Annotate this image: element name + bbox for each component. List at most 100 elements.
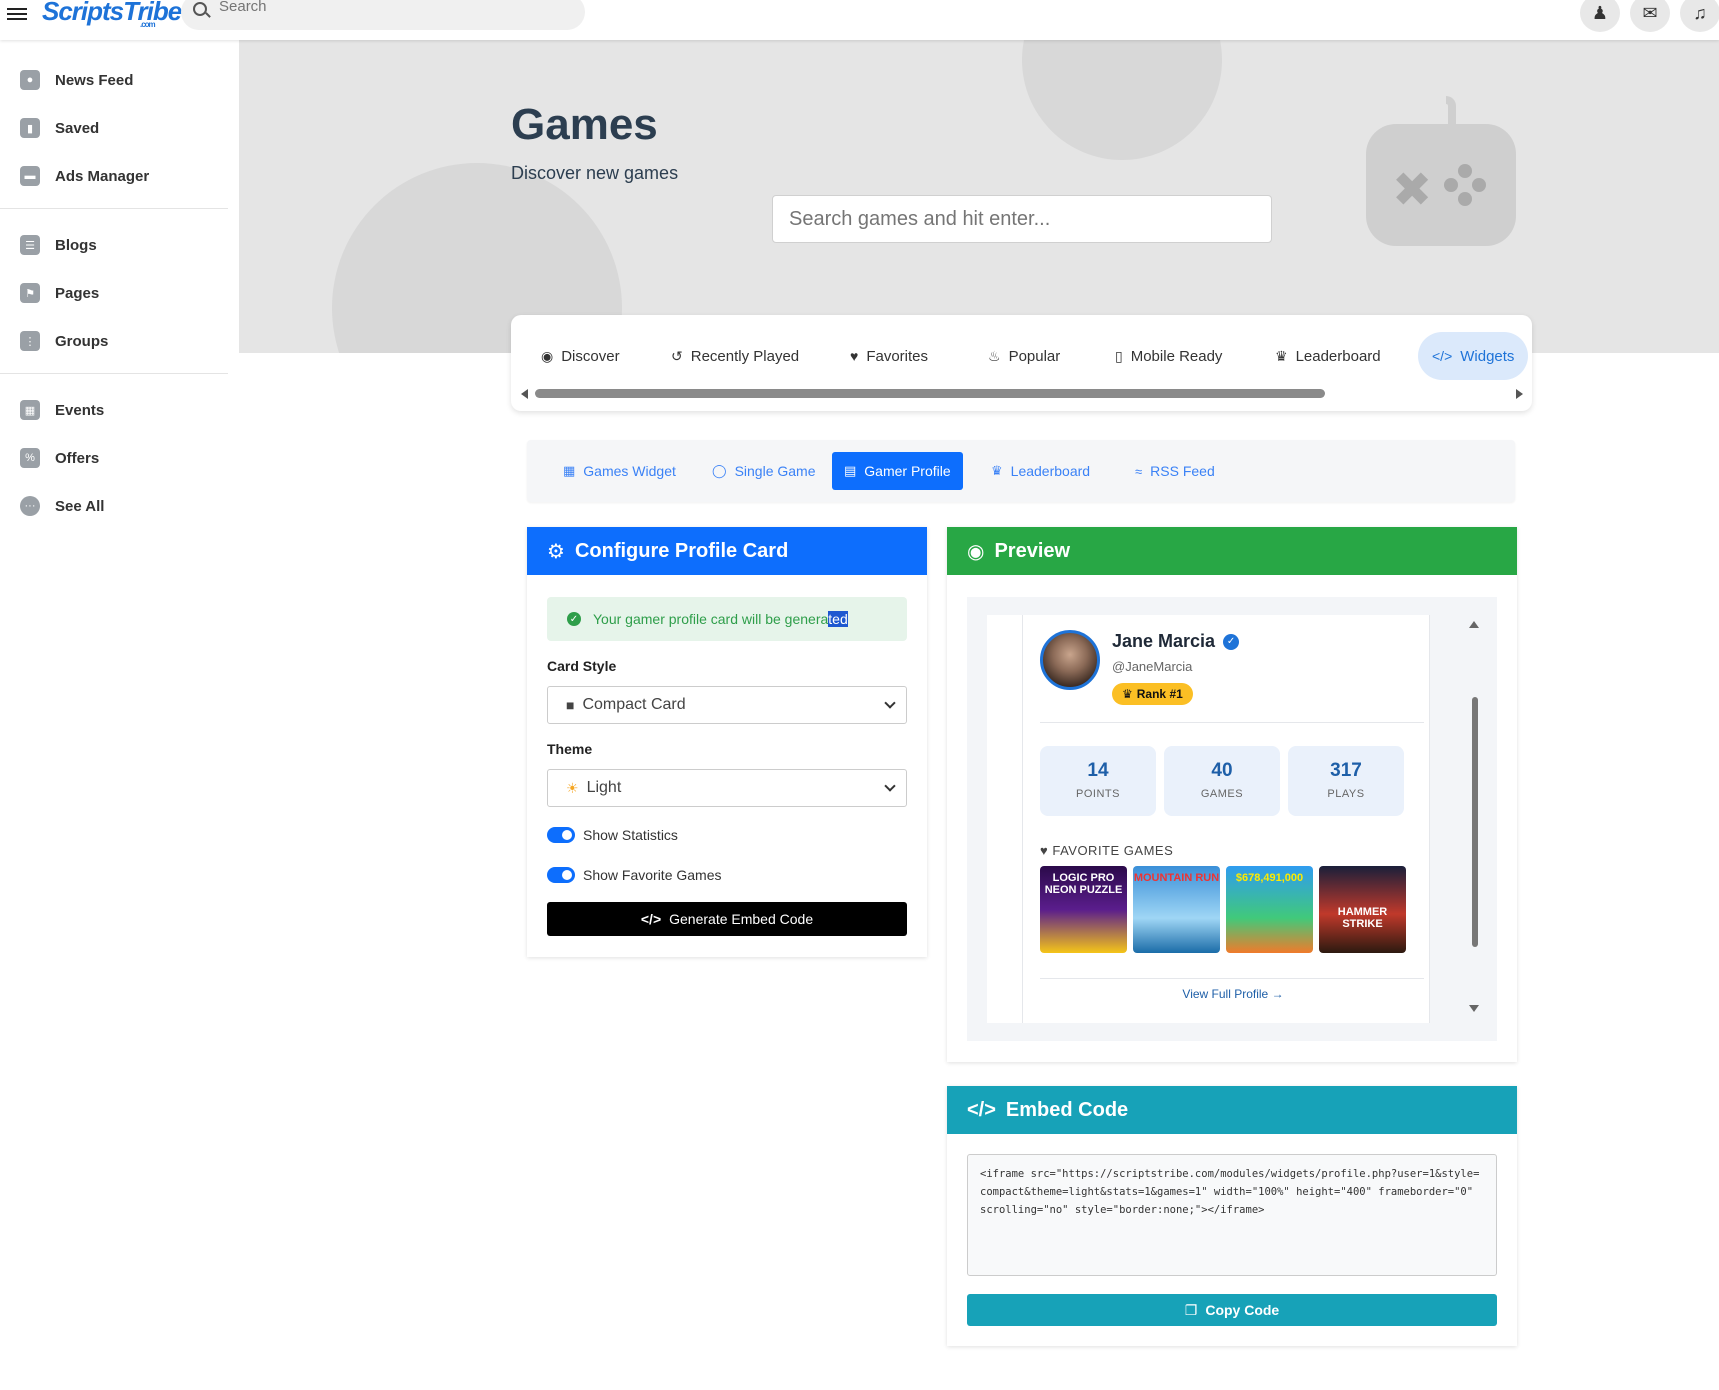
alert-text: Your gamer profile card will be genera [593, 611, 829, 627]
sidebar-item-label: Saved [55, 119, 100, 137]
sidebar-item-events[interactable]: ▦ Events [0, 390, 239, 430]
sidebar-item-label: Offers [55, 449, 100, 467]
sidebar-item-news-feed[interactable]: ● News Feed [0, 60, 239, 100]
embed-code-card: </> Embed Code <iframe src="https://scri… [947, 1086, 1517, 1346]
info-alert: ✓ Your gamer profile card will be genera… [547, 597, 907, 641]
favorite-game-thumbnail[interactable]: $678,491,000 [1226, 866, 1313, 953]
tab-favorites[interactable]: ♥ Favorites [836, 332, 942, 380]
sidebar-item-saved[interactable]: ▮ Saved [0, 108, 239, 148]
subtab-rss-feed[interactable]: ≈ RSS Feed [1123, 452, 1227, 490]
eye-icon: ◉ [967, 540, 985, 563]
rss-icon: ≈ [1135, 463, 1143, 479]
configure-card-header: ⚙ Configure Profile Card [527, 527, 927, 575]
tab-leaderboard[interactable]: ♛ Leaderboard [1261, 332, 1395, 380]
sidebar-item-label: Groups [55, 332, 109, 350]
preview-container: Jane Marcia ✓ @JaneMarcia ♛ Rank #1 14 POI… [967, 597, 1497, 1041]
mobile-icon: ▯ [1115, 347, 1123, 364]
generate-embed-code-button[interactable]: </> Generate Embed Code [547, 902, 907, 936]
sun-icon: ☀ [566, 779, 579, 796]
notifications-bell-icon[interactable]: ♫ [1680, 0, 1719, 32]
profile-name: Jane Marcia ✓ [1112, 631, 1240, 652]
favorite-game-thumbnail[interactable]: MOUNTAIN RUN [1133, 866, 1220, 953]
scroll-up-arrow-icon[interactable] [1469, 621, 1479, 628]
widget-subtabs: ▦ Games Widget ◯ Single Game ▤ Gamer Profil… [527, 440, 1515, 502]
subtab-single-game[interactable]: ◯ Single Game [700, 452, 828, 490]
code-icon: </> [967, 1098, 996, 1121]
divider [1040, 978, 1424, 979]
games-search-input[interactable] [772, 195, 1272, 243]
profile-card-iframe[interactable]: Jane Marcia ✓ @JaneMarcia ♛ Rank #1 14 POI… [987, 615, 1479, 1023]
more-dots-icon: ··· [20, 496, 40, 516]
tab-discover[interactable]: ◉ Discover [527, 332, 634, 380]
card-style-label: Card Style [547, 658, 617, 674]
sidebar: ● News Feed ▮ Saved ▬ Ads Manager ☰ Blog… [0, 40, 239, 1390]
gamepad-small-icon: ◯ [712, 463, 727, 478]
gamepad-icon: ✖ [1366, 96, 1516, 246]
theme-select[interactable]: ☀ Light [547, 769, 907, 807]
tab-recently-played[interactable]: ↺ Recently Played [657, 332, 813, 380]
theme-label: Theme [547, 741, 593, 757]
preview-card: ◉ Preview Jane Marcia ✓ @JaneMarcia ♛ Rank… [947, 527, 1517, 1062]
news-feed-icon: ● [20, 70, 40, 90]
toggle-switch[interactable] [547, 827, 575, 843]
show-statistics-toggle[interactable]: Show Statistics [547, 827, 678, 843]
subtab-gamer-profile[interactable]: ▤ Gamer Profile [832, 452, 963, 490]
heart-icon: ♥ [850, 348, 859, 364]
scrollbar-thumb[interactable] [535, 389, 1325, 398]
sidebar-item-offers[interactable]: % Offers [0, 438, 239, 478]
tab-widgets[interactable]: </> Widgets [1418, 332, 1529, 380]
calendar-icon: ▦ [20, 400, 40, 420]
favorite-games-heading: ♥ FAVORITE GAMES [1040, 843, 1174, 858]
scroll-right-arrow-icon[interactable] [1516, 389, 1523, 399]
card-style-select[interactable]: ■ Compact Card [547, 686, 907, 724]
groups-icon: ⋮ [20, 331, 40, 351]
sidebar-item-ads-manager[interactable]: ▬ Ads Manager [0, 156, 239, 196]
tabs-horizontal-scrollbar[interactable] [521, 387, 1523, 401]
copy-code-button[interactable]: ❐ Copy Code [967, 1294, 1497, 1326]
embed-card-header: </> Embed Code [947, 1086, 1517, 1134]
tab-mobile-ready[interactable]: ▯ Mobile Ready [1101, 332, 1236, 380]
site-logo[interactable]: ScriptsTribe .com [42, 0, 182, 29]
top-search-bar[interactable] [181, 0, 585, 30]
toggle-label: Show Favorite Games [583, 867, 722, 883]
preview-card-title: Preview [994, 539, 1071, 562]
search-icon [193, 2, 207, 16]
sidebar-item-label: Blogs [55, 236, 97, 254]
toggle-switch[interactable] [547, 867, 575, 883]
flag-icon: ⚑ [20, 283, 40, 303]
sidebar-item-label: Events [55, 401, 105, 419]
alert-selected-text: ted [828, 611, 848, 627]
scrollbar-thumb[interactable] [1472, 697, 1478, 947]
scroll-left-arrow-icon[interactable] [521, 389, 528, 399]
games-tabs-bar: ◉ Discover ↺ Recently Played ♥ Favorites ♨ P… [511, 315, 1532, 411]
verified-badge-icon: ✓ [1223, 633, 1240, 650]
history-icon: ↺ [671, 347, 683, 364]
button-label: Copy Code [1205, 1302, 1280, 1318]
code-icon: </> [1432, 348, 1453, 364]
view-full-profile-link[interactable]: View Full Profile → [987, 987, 1479, 1001]
rank-badge: ♛ Rank #1 [1112, 683, 1193, 705]
frame-scrollbar[interactable] [1429, 615, 1479, 1023]
subtab-leaderboard[interactable]: ♛ Leaderboard [979, 452, 1102, 490]
sidebar-item-groups[interactable]: ⋮ Groups [0, 321, 239, 361]
sidebar-item-see-all[interactable]: ··· See All [0, 486, 239, 526]
ads-manager-icon: ▬ [20, 166, 40, 186]
subtab-games-widget[interactable]: ▦ Games Widget [551, 452, 688, 490]
theme-value: Light [586, 779, 622, 796]
favorite-game-thumbnail[interactable]: HAMMER STRIKE [1319, 866, 1406, 953]
friends-icon[interactable]: ♟ [1580, 0, 1620, 32]
show-favorite-games-toggle[interactable]: Show Favorite Games [547, 867, 722, 883]
sidebar-item-pages[interactable]: ⚑ Pages [0, 273, 239, 313]
hamburger-menu-icon[interactable] [7, 5, 27, 21]
frame-left-gutter [987, 615, 1023, 1023]
scroll-down-arrow-icon[interactable] [1469, 1005, 1479, 1012]
favorite-game-thumbnail[interactable]: LOGIC PRO NEON PUZZLE [1040, 866, 1127, 953]
top-bar: ScriptsTribe.com ♟ ✉ ♫ [0, 0, 1719, 40]
check-circle-icon: ✓ [567, 612, 581, 626]
embed-code-textarea[interactable]: <iframe src="https://scriptstribe.com/mo… [967, 1154, 1497, 1276]
sidebar-item-blogs[interactable]: ☰ Blogs [0, 225, 239, 265]
top-search-input[interactable] [219, 0, 519, 15]
tab-popular[interactable]: ♨ Popular [974, 332, 1074, 380]
messages-icon[interactable]: ✉ [1630, 0, 1670, 32]
stat-plays: 317 PLAYS [1288, 746, 1404, 816]
